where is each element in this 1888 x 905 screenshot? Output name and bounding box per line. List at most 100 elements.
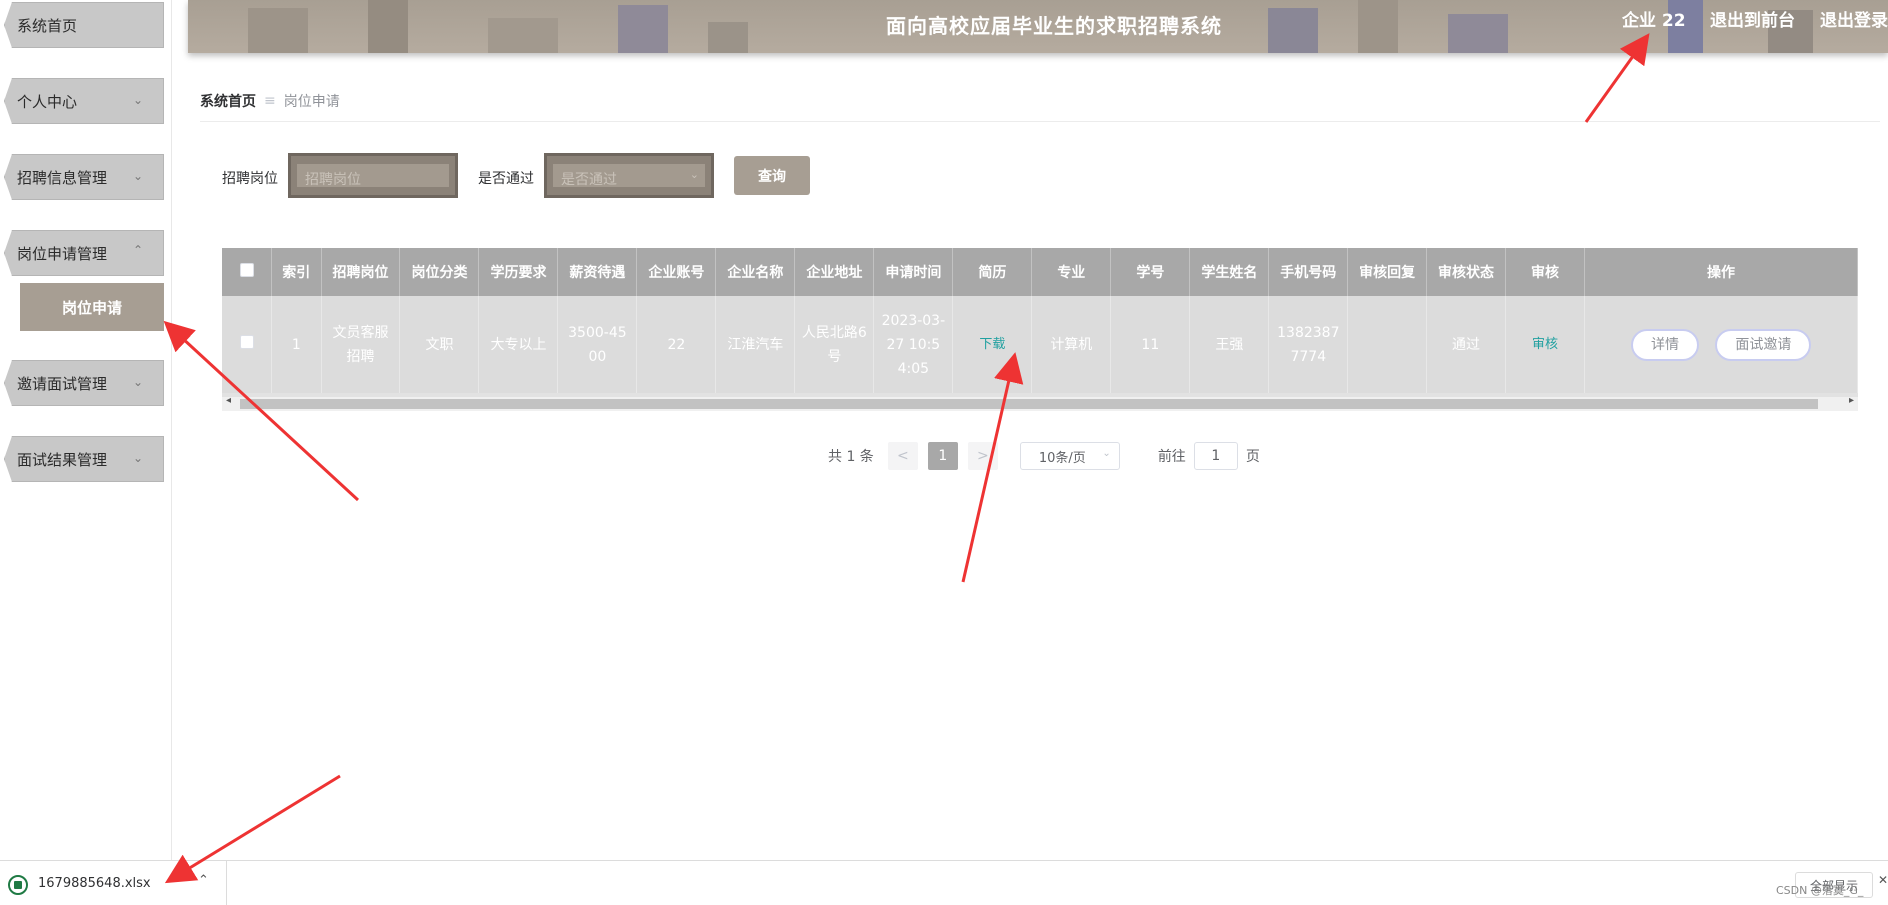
column-header: 学生姓名 (1189, 248, 1270, 296)
pass-filter-value: 是否通过 ⌄ (553, 164, 705, 188)
cell-phone: 13823877774 (1268, 296, 1349, 393)
sidebar-item-job-info-management[interactable]: 招聘信息管理 ⌄ (4, 154, 164, 200)
chevron-down-icon: ⌄ (689, 168, 699, 181)
sidebar-item-interview-invitation[interactable]: 邀请面试管理 ⌄ (4, 360, 164, 406)
cell-category: 文职 (399, 296, 480, 393)
column-header: 手机号码 (1268, 248, 1349, 296)
cell-status: 通过 (1426, 296, 1506, 393)
cell-review: 审核 (1505, 296, 1585, 393)
job-filter-input[interactable]: 招聘岗位 (297, 164, 449, 188)
column-header: 操作 (1584, 248, 1858, 296)
page-size-select[interactable]: 10条/页 ⌄ (1019, 442, 1120, 470)
cell-reply (1347, 296, 1427, 393)
pass-filter-label: 是否通过 (478, 171, 534, 187)
resume-download-link[interactable]: 下载 (979, 337, 1005, 352)
divider (226, 861, 227, 905)
column-header: 学号 (1110, 248, 1191, 296)
goto-prefix-label: 前往 (1157, 449, 1186, 465)
column-header: 岗位分类 (399, 248, 480, 296)
cell-salary: 3500-4500 (557, 296, 638, 393)
goto-suffix-label: 页 (1245, 449, 1260, 465)
job-filter-label: 招聘岗位 (222, 171, 278, 187)
column-header: 简历 (952, 248, 1033, 296)
table-horizontal-scrollbar[interactable]: ◂ ▸ (222, 395, 1858, 411)
sidebar-item-label: 岗位申请管理 (17, 244, 108, 263)
divider (200, 121, 1880, 122)
chevron-down-icon: ⌄ (132, 93, 143, 107)
cell-student-name: 王强 (1189, 296, 1270, 393)
cell-index: 1 (271, 296, 322, 393)
excel-file-icon (8, 875, 28, 895)
review-link[interactable]: 审核 (1532, 337, 1558, 352)
chevron-up-icon: ⌃ (132, 243, 143, 257)
job-filter-field: 招聘岗位 (288, 153, 458, 198)
cell-resume: 下载 (952, 296, 1033, 393)
downloaded-file-name[interactable]: 1679885648.xlsx (38, 876, 151, 891)
select-all-checkbox[interactable] (239, 263, 254, 277)
scroll-left-icon[interactable]: ◂ (226, 395, 231, 406)
cell-actions: 详情 面试邀请 (1584, 296, 1858, 393)
column-header: 审核 (1505, 248, 1585, 296)
close-icon[interactable]: ✕ (1878, 873, 1888, 887)
chevron-down-icon: ⌄ (132, 375, 143, 389)
column-header: 招聘岗位 (321, 248, 401, 296)
query-button[interactable]: 查询 (734, 156, 810, 195)
detail-button[interactable]: 详情 (1630, 328, 1699, 361)
goto-page-input[interactable]: 1 (1193, 442, 1238, 470)
sidebar-subitem-job-application[interactable]: 岗位申请 (20, 283, 164, 331)
page-number-button[interactable]: 1 (927, 442, 958, 470)
column-header: 审核回复 (1347, 248, 1427, 296)
app-title: 面向高校应届毕业生的求职招聘系统 (886, 14, 1222, 38)
chevron-down-icon: ⌄ (1102, 448, 1111, 459)
row-checkbox[interactable] (239, 334, 254, 349)
column-header: 审核状态 (1426, 248, 1506, 296)
breadcrumb-home[interactable]: 系统首页 (200, 91, 256, 111)
pass-filter-select[interactable]: 是否通过 ⌄ (544, 153, 714, 198)
cell-education: 大专以上 (478, 296, 559, 393)
column-header: 索引 (271, 248, 322, 296)
cell-student-id: 11 (1110, 296, 1191, 393)
column-header: 企业名称 (715, 248, 796, 296)
breadcrumb-separator-icon: ≡ (264, 93, 276, 109)
chevron-down-icon: ⌄ (132, 169, 143, 183)
top-header: 面向高校应届毕业生的求职招聘系统 企业 22 退出到前台 退出登录 (188, 0, 1888, 53)
select-all-cell (222, 248, 273, 296)
application-table: 索引 招聘岗位 岗位分类 学历要求 薪资待遇 企业账号 企业名称 企业地址 申请… (222, 248, 1858, 411)
sidebar-item-interview-results[interactable]: 面试结果管理 ⌄ (4, 436, 164, 482)
cell-job: 文员客服招聘 (321, 296, 401, 393)
column-header: 薪资待遇 (557, 248, 638, 296)
scroll-right-icon[interactable]: ▸ (1849, 395, 1854, 406)
sidebar-item-application-management[interactable]: 岗位申请管理 ⌃ (4, 230, 164, 276)
sidebar: 系统首页 个人中心 ⌄ 招聘信息管理 ⌄ 岗位申请管理 ⌃ 岗位申请 邀请面试管… (0, 0, 172, 860)
prev-page-button[interactable]: < (887, 442, 918, 470)
sidebar-item-home[interactable]: 系统首页 (4, 2, 164, 48)
chevron-down-icon: ⌄ (132, 451, 143, 465)
breadcrumb: 系统首页 ≡ 岗位申请 (200, 91, 340, 111)
interview-invite-button[interactable]: 面试邀请 (1715, 328, 1812, 361)
page-size-value: 10条/页 (1038, 450, 1086, 466)
column-header: 专业 (1031, 248, 1112, 296)
column-header: 学历要求 (478, 248, 559, 296)
scrollbar-thumb[interactable] (240, 399, 1818, 409)
row-select-cell (222, 296, 273, 393)
next-page-button[interactable]: > (967, 442, 998, 470)
sidebar-item-label: 系统首页 (17, 16, 78, 35)
pagination: 共 1 条 < 1 > 10条/页 ⌄ 前往 1 页 (828, 442, 1260, 470)
chevron-up-icon[interactable]: ⌃ (198, 873, 209, 888)
breadcrumb-current: 岗位申请 (283, 94, 340, 110)
cell-major: 计算机 (1031, 296, 1112, 393)
column-header: 企业账号 (636, 248, 717, 296)
sidebar-item-label: 邀请面试管理 (17, 374, 108, 393)
cell-company-account: 22 (636, 296, 717, 393)
watermark: CSDN @落寞_G_ (1776, 884, 1864, 897)
sidebar-item-label: 面试结果管理 (17, 450, 108, 469)
column-header: 申请时间 (873, 248, 954, 296)
table-row: 1 文员客服招聘 文职 大专以上 3500-4500 22 江淮汽车 人民北路6… (222, 296, 1858, 393)
cell-company-name: 江淮汽车 (715, 296, 796, 393)
sidebar-item-personal-center[interactable]: 个人中心 ⌄ (4, 78, 164, 124)
exit-to-frontend-link[interactable]: 退出到前台 (1710, 6, 1795, 31)
table-header-row: 索引 招聘岗位 岗位分类 学历要求 薪资待遇 企业账号 企业名称 企业地址 申请… (222, 248, 1858, 296)
sidebar-item-label: 招聘信息管理 (17, 168, 108, 187)
cell-company-address: 人民北路6号 (794, 296, 875, 393)
logout-link[interactable]: 退出登录 (1820, 6, 1888, 31)
